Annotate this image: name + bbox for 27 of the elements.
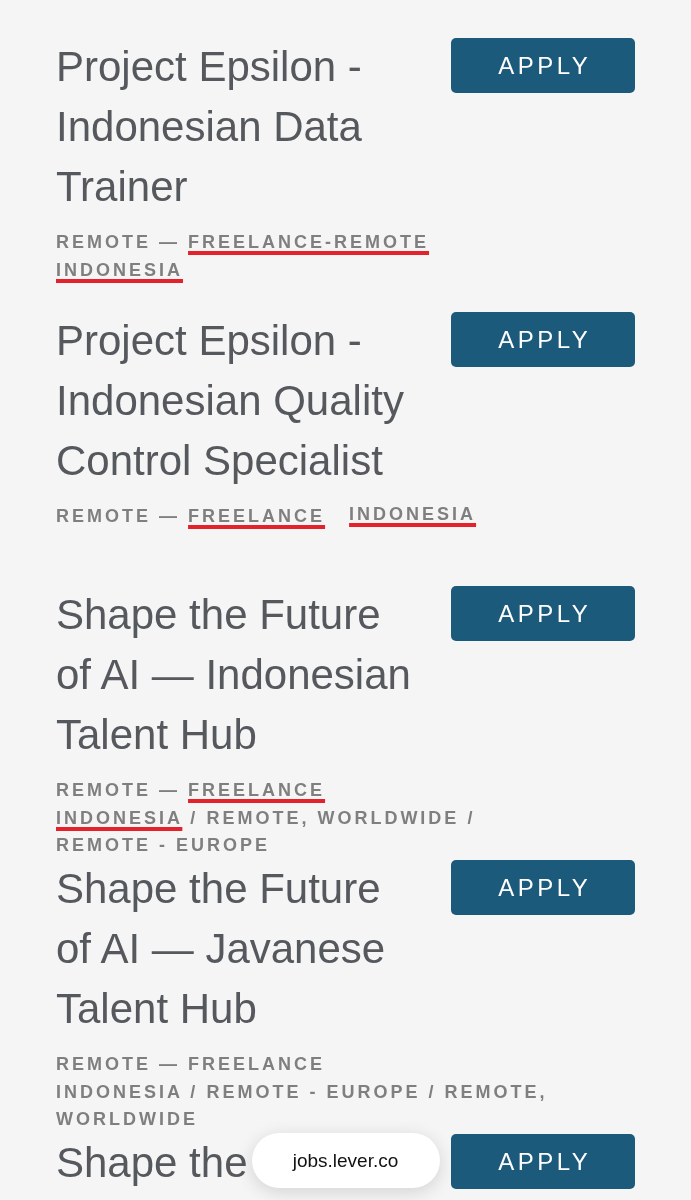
category-separator: —: [159, 779, 181, 801]
team-label: FREELANCE: [188, 505, 326, 528]
team-label: FREELANCE: [188, 779, 326, 802]
address-bar[interactable]: jobs.lever.co: [251, 1133, 440, 1188]
apply-button[interactable]: APPLY: [451, 312, 635, 367]
category-separator: —: [159, 1053, 181, 1075]
apply-button[interactable]: APPLY: [451, 586, 635, 641]
apply-button[interactable]: APPLY: [451, 38, 635, 93]
job-title[interactable]: Shape the: [56, 1133, 248, 1193]
location-label: INDONESIA / REMOTE, WORLDWIDE / REMOTE - EUROPE: [56, 807, 477, 857]
category-separator: —: [159, 231, 181, 253]
department-label: REMOTE: [56, 1053, 151, 1075]
department-label: REMOTE: [56, 505, 151, 527]
department-label: REMOTE: [56, 231, 151, 253]
department-label: REMOTE: [56, 779, 151, 801]
job-title[interactable]: Project Epsilon - Indonesian Quality Control Specialist: [56, 311, 418, 491]
location-label: INDONESIA: [349, 503, 477, 526]
team-label: FREELANCE: [188, 1053, 326, 1076]
job-title[interactable]: Shape the Future of AI — Indonesian Talent Hub: [56, 585, 418, 765]
location-label: INDONESIA: [56, 259, 183, 282]
job-title[interactable]: Project Epsilon - Indonesian Data Trainer: [56, 37, 418, 217]
location-label: INDONESIA / REMOTE - EUROPE / REMOTE, WORLDWIDE: [56, 1081, 549, 1131]
apply-button[interactable]: APPLY: [451, 1134, 635, 1189]
category-separator: —: [159, 505, 181, 527]
job-title[interactable]: Shape the Future of AI — Javanese Talent Hub: [56, 859, 418, 1039]
apply-button[interactable]: APPLY: [451, 860, 635, 915]
team-label: FREELANCE-REMOTE: [188, 231, 430, 254]
